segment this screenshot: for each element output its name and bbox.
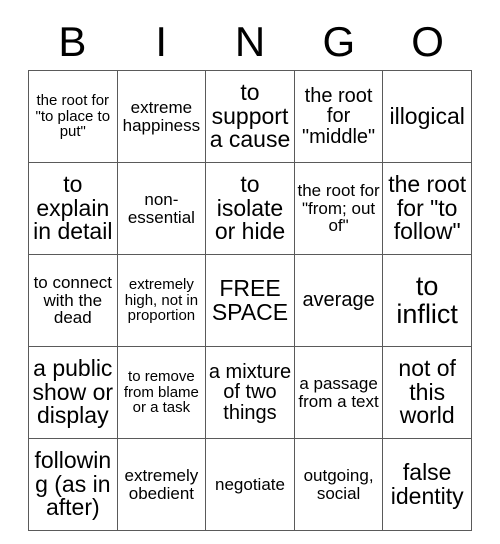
bingo-cell-text: to inflict: [396, 270, 458, 329]
bingo-header-letter-n: N: [234, 18, 266, 65]
bingo-cell[interactable]: outgoing, social: [293, 438, 384, 531]
bingo-header-letter-o: O: [411, 18, 444, 65]
bingo-row: a public show or display to remove from …: [28, 346, 472, 439]
bingo-cell[interactable]: negotiate: [205, 438, 295, 531]
bingo-cell[interactable]: a public show or display: [28, 346, 118, 439]
bingo-cell[interactable]: extremely obedient: [116, 438, 207, 531]
bingo-cell[interactable]: a passage from a text: [293, 346, 384, 439]
bingo-cell-free-space[interactable]: FREE SPACE: [205, 254, 295, 347]
bingo-cell-text: extremely high, not in proportion: [124, 276, 199, 325]
bingo-cell-text: the root for "to follow": [388, 170, 467, 245]
bingo-cell-text: average: [302, 289, 375, 312]
bingo-header-letter-b: B: [58, 18, 87, 65]
bingo-cell-text: a passage from a text: [298, 374, 379, 411]
bingo-cell[interactable]: not of this world: [382, 346, 472, 439]
bingo-cell[interactable]: following (as in after): [28, 438, 118, 531]
bingo-cell-text: non-essential: [127, 190, 195, 227]
bingo-cell-text: to explain in detail: [33, 170, 113, 245]
bingo-row: the root for "to place to put" extreme h…: [28, 70, 472, 163]
bingo-cell-text: to connect with the dead: [33, 273, 113, 328]
bingo-cell[interactable]: to remove from blame or a task: [116, 346, 207, 439]
bingo-row: to explain in detail non-essential to is…: [28, 162, 472, 255]
bingo-cell-text: following (as in after): [34, 446, 112, 521]
bingo-cell[interactable]: to inflict: [382, 254, 472, 347]
bingo-cell[interactable]: to explain in detail: [28, 162, 118, 255]
bingo-cell-text: negotiate: [215, 474, 285, 494]
bingo-cell-text: the root for "middle": [302, 84, 376, 148]
bingo-cell-text: not of this world: [398, 354, 456, 429]
bingo-cell-text: false identity: [390, 458, 464, 509]
free-space-text: FREE SPACE: [211, 274, 289, 325]
bingo-cell[interactable]: illogical: [382, 70, 472, 163]
bingo-cell-text: to remove from blame or a task: [123, 368, 199, 417]
bingo-row: to connect with the dead extremely high,…: [28, 254, 472, 347]
bingo-header: B I N G O: [28, 14, 472, 70]
bingo-cell-text: the root for "from; out of": [297, 181, 380, 236]
bingo-row: following (as in after) extremely obedie…: [28, 438, 472, 531]
bingo-header-letter-i: I: [155, 18, 168, 65]
bingo-cell-text: to support a cause: [209, 78, 291, 153]
bingo-cell-text: to isolate or hide: [214, 170, 286, 245]
bingo-cell-text: extremely obedient: [124, 466, 199, 503]
bingo-header-letter-g: G: [322, 18, 356, 65]
bingo-cell[interactable]: average: [293, 254, 384, 347]
bingo-cell[interactable]: to support a cause: [205, 70, 295, 163]
bingo-cell[interactable]: non-essential: [116, 162, 207, 255]
bingo-card: B I N G O the root for "to place to put"…: [28, 14, 472, 531]
bingo-cell-text: illogical: [389, 102, 465, 129]
bingo-cell[interactable]: the root for "to place to put": [28, 70, 118, 163]
bingo-cell[interactable]: the root for "from; out of": [293, 162, 384, 255]
bingo-cell[interactable]: the root for "middle": [293, 70, 384, 163]
bingo-cell-text: the root for "to place to put": [35, 92, 111, 141]
bingo-cell[interactable]: extreme happiness: [116, 70, 207, 163]
bingo-cell-text: outgoing, social: [303, 466, 374, 503]
bingo-cell[interactable]: the root for "to follow": [382, 162, 472, 255]
bingo-cell[interactable]: to isolate or hide: [205, 162, 295, 255]
bingo-cell[interactable]: to connect with the dead: [28, 254, 118, 347]
bingo-cell-text: a public show or display: [32, 354, 114, 429]
bingo-cell-text: extreme happiness: [122, 98, 201, 135]
bingo-grid: the root for "to place to put" extreme h…: [28, 70, 472, 531]
bingo-cell[interactable]: false identity: [382, 438, 472, 531]
bingo-cell-text: a mixture of two things: [208, 360, 292, 424]
bingo-cell[interactable]: a mixture of two things: [205, 346, 295, 439]
bingo-cell[interactable]: extremely high, not in proportion: [116, 254, 207, 347]
